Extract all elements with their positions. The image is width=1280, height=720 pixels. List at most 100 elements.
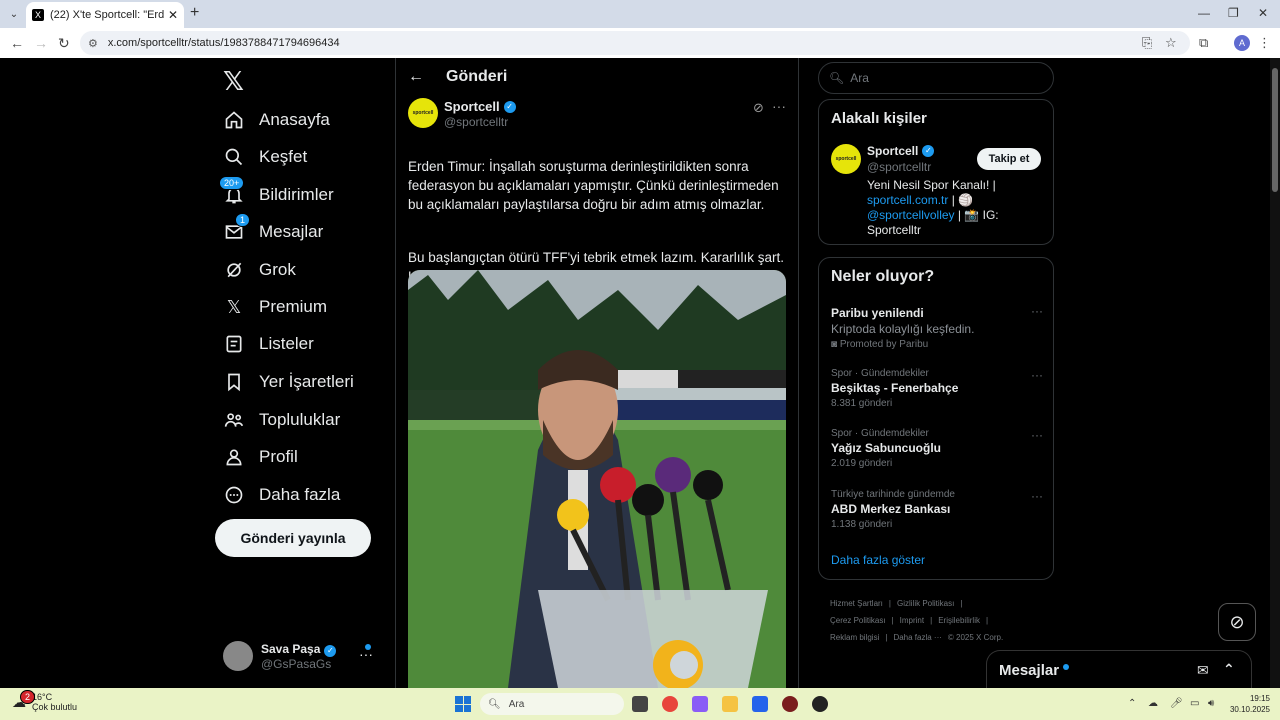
tray-chevron-icon[interactable]: ⌃ [1128,698,1136,709]
footer-link[interactable]: Daha fazla ··· [893,633,941,642]
trend-item[interactable]: Türkiye tarihinde gündemde ABD Merkez Ba… [831,489,1043,530]
nav-item-explore[interactable]: Keşfet [223,142,307,172]
nav-item-communities[interactable]: Topluluklar [223,405,340,435]
restore-icon[interactable]: ❐ [1228,6,1239,20]
more-dots-icon[interactable]: ··· [1031,304,1043,318]
more-dots-icon[interactable]: ··· [772,98,786,114]
system-clock[interactable]: 19:15 30.10.2025 [1228,693,1270,715]
task-view-icon[interactable] [632,696,648,712]
search-input[interactable]: 🔍︎ Ara [818,62,1054,94]
more-dots-icon[interactable]: ··· [1031,489,1043,503]
nav-item-bookmarks[interactable]: Yer İşaretleri [223,367,354,397]
avatar[interactable]: sportcell [831,144,861,174]
copilot-icon[interactable] [692,696,708,712]
nav-item-grok[interactable]: Grok [223,255,296,285]
footer-link[interactable]: Reklam bilgisi [830,633,879,642]
address-bar[interactable]: ⚙ x.com/sportcelltr/status/1983788471794… [80,31,1190,55]
tab-close-icon[interactable]: ✕ [168,8,178,22]
bookmark-star-icon[interactable]: ☆ [1165,35,1177,51]
more-dots-icon[interactable]: ··· [1031,368,1043,382]
forward-icon[interactable]: → [34,35,48,51]
nav-item-notifications[interactable]: Bildirimler 20+ [219,176,334,210]
browser-menu-icon[interactable]: ⋮ [1258,35,1271,51]
bio-text: Yeni Nesil Spor Kanalı! | [867,178,996,192]
main-column: ← Gönderi sportcell Sportcell ✓ @sportcel… [395,58,799,688]
volume-icon[interactable]: 🔊︎ [1208,698,1214,709]
new-message-icon[interactable]: ✉ [1197,662,1209,679]
url-text: x.com/sportcelltr/status/198378847179469… [107,37,340,49]
trend-count: 8.381 gönderi [831,398,893,409]
clock-time: 19:15 [1249,694,1270,703]
post-button[interactable]: Gönderi yayınla [215,519,371,557]
back-arrow-icon[interactable]: ← [408,68,424,86]
more-dots-icon[interactable]: ··· [1031,428,1043,442]
nav-item-lists[interactable]: Listeler [223,329,314,359]
site-info-icon[interactable]: ⚙ [88,37,98,50]
app-icon-2[interactable] [812,696,828,712]
chevron-up-icon[interactable]: ⌃ [1223,661,1235,678]
more-circle-icon [223,484,245,506]
chrome-icon[interactable] [662,696,678,712]
close-window-icon[interactable]: ✕ [1258,6,1268,20]
grok-explain-icon[interactable]: ⊘ [753,100,764,116]
nav-item-more[interactable]: Daha fazla [223,480,340,510]
x-logo-icon[interactable]: 𝕏 [223,66,244,97]
profile-avatar[interactable]: A [1234,35,1250,51]
footer-row: Hizmet Şartları | Gizlilik Politikası | [830,595,1054,612]
scrollbar-thumb[interactable] [1272,68,1278,192]
footer-link[interactable]: Gizlilik Politikası [897,599,954,608]
separator: | [985,616,989,625]
taskbar-search[interactable]: 🔍︎ Ara [480,693,624,715]
trend-count: 2.019 gönderi [831,458,893,469]
install-app-icon[interactable]: ⎘ [1142,35,1152,51]
footer-link[interactable]: Çerez Politikası [830,616,886,625]
reload-icon[interactable]: ↻ [58,35,70,52]
network-icon[interactable]: ▭ [1190,698,1199,709]
who-handle[interactable]: @sportcelltr [867,160,931,174]
new-tab-button[interactable]: + [190,4,199,22]
tab-search-icon[interactable]: ⌄ [6,6,22,22]
messages-drawer[interactable]: Mesajlar ✉ ⌃ [986,650,1252,688]
who-name-row[interactable]: Sportcell ✓ [867,144,935,158]
x-favicon-icon: X [32,9,44,21]
back-icon[interactable]: ← [10,35,24,51]
trend-item[interactable]: Spor · Gündemdekiler Beşiktaş - Fenerbah… [831,368,1043,409]
trend-item[interactable]: Spor · Gündemdekiler Yağız Sabuncuoğlu 2… [831,428,1043,469]
account-switcher[interactable]: Sava Paşa ✓ @GsPasaGs ··· [223,638,383,674]
avatar[interactable]: sportcell [408,98,438,128]
trend-item[interactable]: Paribu yenilendi Kriptoda kolaylığı keşf… [831,304,1043,350]
nav-item-profile[interactable]: Profil [223,442,298,472]
windows-start-icon[interactable] [455,696,471,712]
weather-widget[interactable]: ☁ 2 16°C Çok bulutlu [12,690,77,712]
onedrive-icon[interactable]: ☁ [1148,698,1158,709]
author-name-row[interactable]: Sportcell ✓ [444,99,516,114]
bio-link[interactable]: @sportcellvolley [867,208,955,222]
footer-link[interactable]: Imprint [900,616,924,625]
scrollbar[interactable] [1270,58,1280,688]
nav-item-premium[interactable]: 𝕏 Premium [223,292,327,322]
footer-link[interactable]: Erişilebilirlik [938,616,980,625]
follow-button[interactable]: Takip et [977,148,1041,170]
grok-fab-icon[interactable]: ⊘ [1218,603,1256,641]
account-name-row: Sava Paşa ✓ [261,642,337,657]
mic-icon[interactable]: 🎤︎ [1170,698,1183,709]
trend-title: Yağız Sabuncuoğlu [831,441,942,455]
app-icon[interactable] [782,696,798,712]
nav-item-home[interactable]: Anasayfa [223,105,330,135]
file-explorer-icon[interactable] [722,696,738,712]
trend-promoted: ◙ Promoted by Paribu [831,339,1043,350]
nav-item-messages[interactable]: Mesajlar 1 [223,213,323,247]
footer-links: Hizmet Şartları | Gizlilik Politikası | Çer… [830,595,1054,646]
tweet-photo[interactable] [408,270,786,688]
store-icon[interactable] [752,696,768,712]
who-bio: Yeni Nesil Spor Kanalı! | sportcell.com.… [867,178,1047,238]
author-handle[interactable]: @sportcelltr [444,115,508,129]
footer-link[interactable]: Hizmet Şartları [830,599,883,608]
extensions-icon[interactable]: ⧉ [1199,35,1208,51]
show-more-link[interactable]: Daha fazla göster [831,553,925,567]
minimize-icon[interactable]: — [1198,6,1210,20]
bio-link[interactable]: sportcell.com.tr [867,193,948,207]
search-icon: 🔍︎ [829,71,845,85]
tab-active[interactable]: X (22) X'te Sportcell: "Erden Timur ✕ [26,2,184,28]
clock-date: 30.10.2025 [1229,705,1270,714]
